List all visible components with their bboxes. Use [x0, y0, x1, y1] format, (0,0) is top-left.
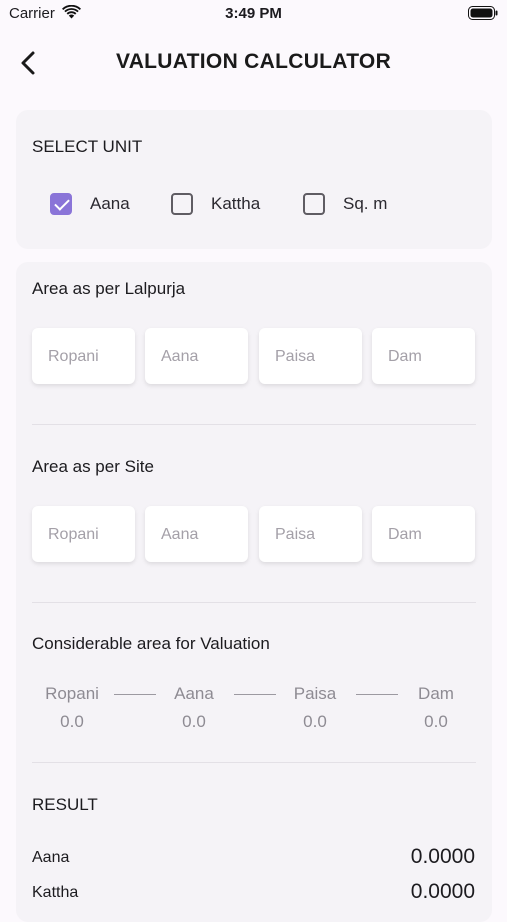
result-aana-label: Aana: [32, 849, 70, 866]
result-kattha-value: 0.0000: [410, 880, 475, 903]
status-bar: Carrier 3:49 PM: [0, 0, 507, 28]
unit-option-label: Sq. m: [343, 194, 388, 213]
section-divider: [32, 762, 476, 763]
lalpurja-dam-input[interactable]: Dam: [372, 328, 475, 384]
considerable-ropani-label: Ropani: [45, 684, 99, 703]
battery-icon: [468, 6, 498, 20]
unit-section-title: SELECT UNIT: [32, 137, 143, 156]
lalpurja-aana-input[interactable]: Aana: [145, 328, 248, 384]
considerable-dam-label: Dam: [418, 684, 454, 703]
considerable-ropani-value: 0.0: [60, 712, 84, 731]
dash-separator: [234, 694, 276, 695]
site-ropani-input[interactable]: Ropani: [32, 506, 135, 562]
lalpurja-ropani-input[interactable]: Ropani: [32, 328, 135, 384]
status-time: 3:49 PM: [225, 5, 282, 22]
site-section-title: Area as per Site: [32, 457, 154, 476]
lalpurja-paisa-input[interactable]: Paisa: [259, 328, 362, 384]
section-divider: [32, 424, 476, 425]
result-section-title: RESULT: [32, 795, 98, 814]
unit-option-label: Aana: [90, 194, 130, 213]
unit-option-aana[interactable]: Aana: [50, 192, 130, 216]
result-kattha-label: Kattha: [32, 884, 79, 901]
sqm-checkbox[interactable]: [303, 193, 325, 215]
dash-separator: [356, 694, 398, 695]
result-aana-value: 0.0000: [410, 845, 475, 868]
considerable-paisa-value: 0.0: [303, 712, 327, 731]
page-title: VALUATION CALCULATOR: [115, 50, 392, 73]
app-bar: VALUATION CALCULATOR: [0, 28, 507, 98]
considerable-aana-label: Aana: [174, 684, 214, 703]
site-dam-input[interactable]: Dam: [372, 506, 475, 562]
considerable-aana-value: 0.0: [182, 712, 206, 731]
lalpurja-section-title: Area as per Lalpurja: [32, 279, 186, 298]
considerable-section-title: Considerable area for Valuation: [32, 634, 270, 653]
section-divider: [32, 602, 476, 603]
kattha-checkbox[interactable]: [171, 193, 193, 215]
unit-selection-card: SELECT UNIT Aana Kattha Sq. m: [16, 110, 492, 249]
aana-checkbox[interactable]: [50, 193, 72, 215]
dash-separator: [114, 694, 156, 695]
unit-option-kattha[interactable]: Kattha: [171, 192, 260, 216]
considerable-paisa-label: Paisa: [293, 684, 337, 703]
unit-option-label: Kattha: [211, 194, 261, 213]
considerable-dam-value: 0.0: [424, 712, 448, 731]
unit-option-sqm[interactable]: Sq. m: [303, 192, 387, 216]
area-calculation-card: Area as per Lalpurja Ropani Aana Paisa D…: [16, 262, 492, 922]
site-paisa-input[interactable]: Paisa: [259, 506, 362, 562]
site-aana-input[interactable]: Aana: [145, 506, 248, 562]
